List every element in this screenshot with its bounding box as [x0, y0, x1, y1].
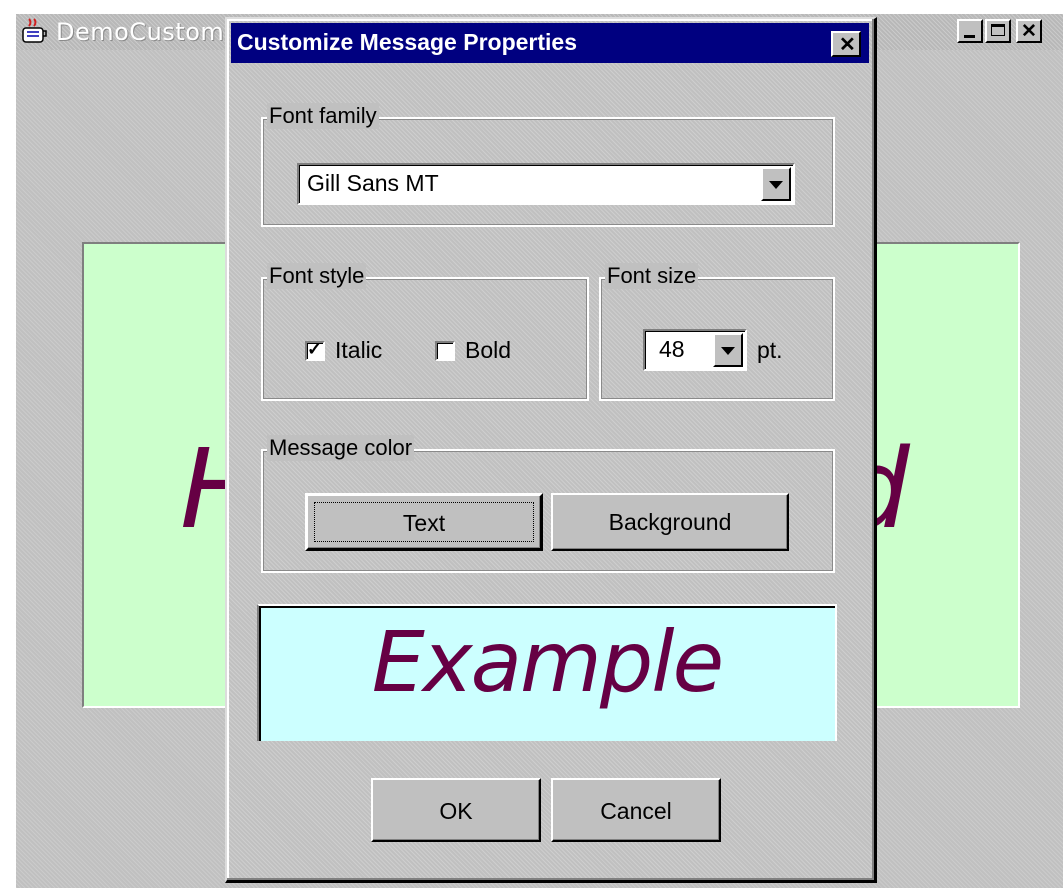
- font-family-group: Font family Gill Sans MT: [261, 103, 835, 227]
- minimize-icon: [964, 35, 975, 38]
- message-color-group: Message color Text Background: [261, 435, 835, 573]
- italic-checkbox[interactable]: ✓: [305, 339, 325, 361]
- java-coffee-cup-icon[interactable]: [20, 18, 48, 44]
- text-color-button[interactable]: Text: [305, 493, 543, 551]
- chevron-down-icon: [769, 181, 783, 189]
- minimize-button[interactable]: [957, 19, 983, 43]
- message-color-legend: Message color: [267, 435, 415, 461]
- dialog-close-button[interactable]: ✕: [831, 31, 861, 57]
- checkmark-icon: ✓: [307, 339, 323, 359]
- maximize-button[interactable]: [985, 19, 1011, 43]
- background-color-button-label: Background: [608, 509, 732, 535]
- maximize-icon: [991, 24, 1005, 36]
- ok-button[interactable]: OK: [371, 778, 541, 842]
- font-style-legend: Font style: [267, 263, 367, 289]
- dialog-title: Customize Message Properties: [237, 29, 578, 55]
- font-family-combobox[interactable]: Gill Sans MT: [297, 163, 795, 205]
- font-size-unit: pt.: [757, 337, 783, 363]
- cancel-button[interactable]: Cancel: [551, 778, 721, 842]
- text-color-button-label: Text: [402, 510, 446, 536]
- font-size-combobox[interactable]: 48: [643, 329, 747, 371]
- preview-text: Example: [371, 613, 724, 711]
- font-family-dropdown-button[interactable]: [761, 167, 791, 201]
- bold-label[interactable]: Bold: [465, 337, 511, 364]
- background-color-button[interactable]: Background: [551, 493, 789, 551]
- font-size-value: 48: [659, 336, 685, 362]
- chevron-down-icon: [721, 347, 735, 355]
- italic-label[interactable]: Italic: [335, 337, 382, 364]
- bold-checkbox[interactable]: [435, 341, 455, 361]
- close-icon: ✕: [839, 34, 856, 56]
- font-family-value: Gill Sans MT: [307, 170, 439, 196]
- preview-panel: Example: [257, 604, 837, 741]
- font-size-dropdown-button[interactable]: [713, 333, 743, 367]
- cancel-button-label: Cancel: [600, 798, 672, 824]
- font-size-group: Font size 48 pt.: [599, 263, 835, 401]
- ok-button-label: OK: [439, 798, 473, 824]
- font-family-legend: Font family: [267, 103, 379, 129]
- close-button[interactable]: ✕: [1016, 19, 1042, 43]
- font-size-legend: Font size: [605, 263, 699, 289]
- dialog-title-bar[interactable]: Customize Message Properties ✕: [231, 23, 869, 63]
- parent-window-title: DemoCustom: [56, 18, 225, 46]
- customize-dialog: Customize Message Properties ✕ Font fami…: [225, 17, 877, 883]
- close-icon: ✕: [1021, 21, 1037, 42]
- font-style-group: Font style ✓ Italic Bold: [261, 263, 589, 401]
